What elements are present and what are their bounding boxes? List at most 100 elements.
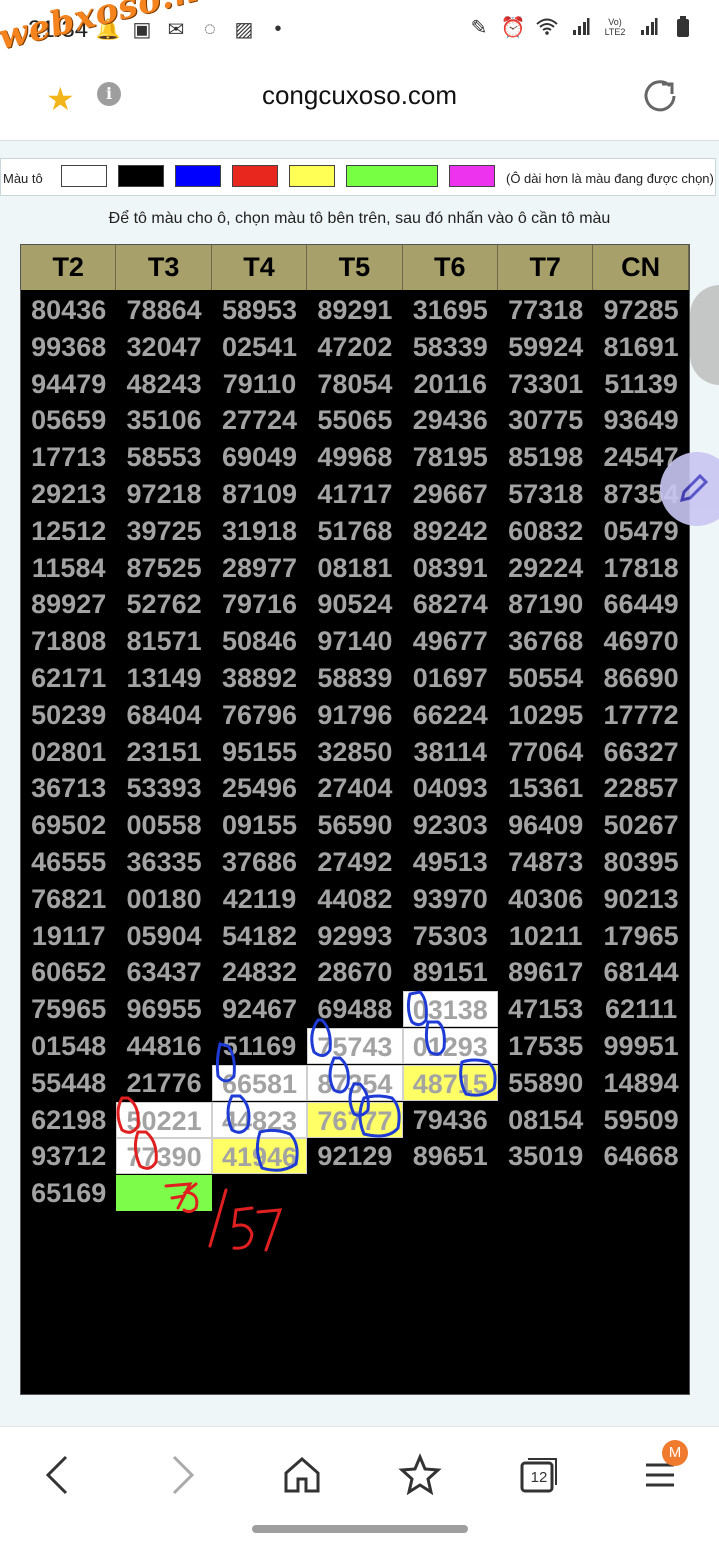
grid-cell[interactable]: 08154 (498, 1102, 593, 1138)
grid-cell[interactable]: 55065 (307, 402, 402, 438)
swatch-white[interactable] (61, 165, 107, 187)
grid-cell[interactable]: 74873 (498, 844, 593, 880)
grid-cell[interactable]: 92303 (403, 807, 498, 843)
grid-cell[interactable]: 04093 (403, 770, 498, 806)
grid-cell[interactable]: 17535 (498, 1028, 593, 1064)
grid-cell[interactable]: 77318 (498, 292, 593, 328)
grid-cell[interactable]: 19117 (21, 918, 116, 954)
grid-cell[interactable]: 01293 (402, 1028, 498, 1064)
grid-cell[interactable]: 49968 (307, 439, 402, 475)
grid-cell[interactable]: 38892 (212, 660, 307, 696)
grid-cell[interactable]: 17818 (593, 550, 688, 586)
grid-cell[interactable]: 90213 (593, 881, 688, 917)
grid-cell[interactable]: 35019 (498, 1138, 593, 1174)
grid-cell[interactable]: 58553 (116, 439, 211, 475)
grid-cell[interactable]: 03138 (402, 991, 498, 1028)
reload-icon[interactable] (640, 76, 680, 121)
grid-cell[interactable]: 44823 (211, 1101, 308, 1138)
grid-cell[interactable]: 32047 (116, 329, 211, 365)
grid-cell[interactable]: 50221 (116, 1101, 212, 1138)
grid-cell[interactable]: 78864 (116, 292, 211, 328)
grid-cell[interactable]: 51139 (593, 366, 688, 402)
grid-cell[interactable]: 11584 (21, 550, 116, 586)
grid-cell[interactable]: 50267 (593, 807, 688, 843)
grid-cell[interactable]: 97140 (307, 623, 402, 659)
grid-cell[interactable]: 87525 (116, 550, 211, 586)
grid-cell[interactable]: 36768 (498, 623, 593, 659)
grid-cell[interactable]: 41717 (307, 476, 402, 512)
grid-cell[interactable]: 25496 (212, 770, 307, 806)
grid-cell[interactable]: 68404 (116, 697, 211, 733)
grid-cell[interactable]: 39725 (116, 513, 211, 549)
grid-cell[interactable]: 89651 (403, 1138, 498, 1174)
grid-cell[interactable]: 73301 (498, 366, 593, 402)
swatch-red[interactable] (232, 165, 278, 187)
home-button[interactable] (280, 1453, 336, 1503)
scroll-handle[interactable] (690, 285, 719, 385)
grid-cell[interactable]: 77064 (498, 734, 593, 770)
grid-cell[interactable]: 90524 (307, 586, 402, 622)
grid-cell[interactable]: 24832 (212, 954, 307, 990)
grid-cell[interactable]: 47153 (498, 991, 593, 1027)
grid-cell[interactable]: 50846 (212, 623, 307, 659)
grid-cell[interactable]: 02801 (21, 734, 116, 770)
grid-cell[interactable]: 63437 (116, 954, 211, 990)
grid-cell[interactable]: 76821 (21, 881, 116, 917)
grid-cell[interactable]: 13149 (116, 660, 211, 696)
grid-cell[interactable]: 48243 (116, 366, 211, 402)
grid-cell[interactable]: 32850 (307, 734, 402, 770)
grid-cell[interactable]: 94479 (21, 366, 116, 402)
grid-cell[interactable]: 53393 (116, 770, 211, 806)
grid-cell[interactable]: 68274 (403, 586, 498, 622)
grid-cell[interactable]: 75303 (403, 918, 498, 954)
grid-cell[interactable]: 50554 (498, 660, 593, 696)
grid-cell[interactable]: 44082 (307, 881, 402, 917)
grid-cell[interactable]: 92129 (307, 1138, 402, 1174)
grid-cell[interactable]: 17772 (593, 697, 688, 733)
grid-cell[interactable]: 77390 (116, 1138, 212, 1175)
back-button[interactable] (38, 1453, 94, 1503)
grid-cell[interactable]: 93649 (593, 402, 688, 438)
gesture-home-bar[interactable] (252, 1525, 468, 1533)
grid-cell[interactable]: 17965 (593, 918, 688, 954)
grid-cell[interactable]: 42119 (212, 881, 307, 917)
grid-cell[interactable]: 55448 (21, 1065, 116, 1101)
grid-cell[interactable]: 66449 (593, 586, 688, 622)
grid-cell[interactable]: 41946 (211, 1138, 308, 1175)
grid-cell[interactable]: 89617 (498, 954, 593, 990)
grid-cell[interactable]: 95155 (212, 734, 307, 770)
grid-cell[interactable]: 59509 (593, 1102, 688, 1138)
grid-cell[interactable]: 02541 (212, 329, 307, 365)
grid-cell[interactable]: 66581 (211, 1064, 308, 1101)
grid-cell[interactable]: 08391 (403, 550, 498, 586)
grid-cell[interactable]: 44816 (116, 1028, 211, 1064)
grid-cell[interactable]: 17713 (21, 439, 116, 475)
grid-cell[interactable]: 75743 (307, 1028, 403, 1064)
grid-cell[interactable]: 49677 (403, 623, 498, 659)
grid-cell[interactable]: 87190 (498, 586, 593, 622)
grid-cell[interactable]: 00558 (116, 807, 211, 843)
grid-cell[interactable]: 29667 (403, 476, 498, 512)
grid-cell[interactable]: 91796 (307, 697, 402, 733)
grid-cell[interactable]: 20116 (403, 366, 498, 402)
grid-cell[interactable]: 15361 (498, 770, 593, 806)
grid-cell[interactable]: 92467 (212, 991, 307, 1027)
grid-cell[interactable]: 81691 (593, 329, 688, 365)
swatch-magenta[interactable] (449, 165, 495, 187)
grid-cell[interactable]: 60652 (21, 954, 116, 990)
grid-cell[interactable]: 64668 (593, 1138, 688, 1174)
grid-cell[interactable]: 05904 (116, 918, 211, 954)
grid-cell[interactable]: 87354 (307, 1064, 403, 1101)
grid-cell[interactable]: 08181 (307, 550, 402, 586)
grid-cell[interactable]: 59924 (498, 329, 593, 365)
grid-cell[interactable]: 09155 (212, 807, 307, 843)
grid-cell[interactable]: 52762 (116, 586, 211, 622)
grid-cell[interactable]: 28670 (307, 954, 402, 990)
grid-cell[interactable]: 99368 (21, 329, 116, 365)
grid-cell[interactable]: 78195 (403, 439, 498, 475)
grid-cell[interactable]: 29224 (498, 550, 593, 586)
grid-cell[interactable]: 89291 (307, 292, 402, 328)
grid-cell[interactable]: 93712 (21, 1138, 116, 1174)
grid-cell[interactable]: 78054 (307, 366, 402, 402)
grid-cell[interactable]: 35106 (116, 402, 211, 438)
